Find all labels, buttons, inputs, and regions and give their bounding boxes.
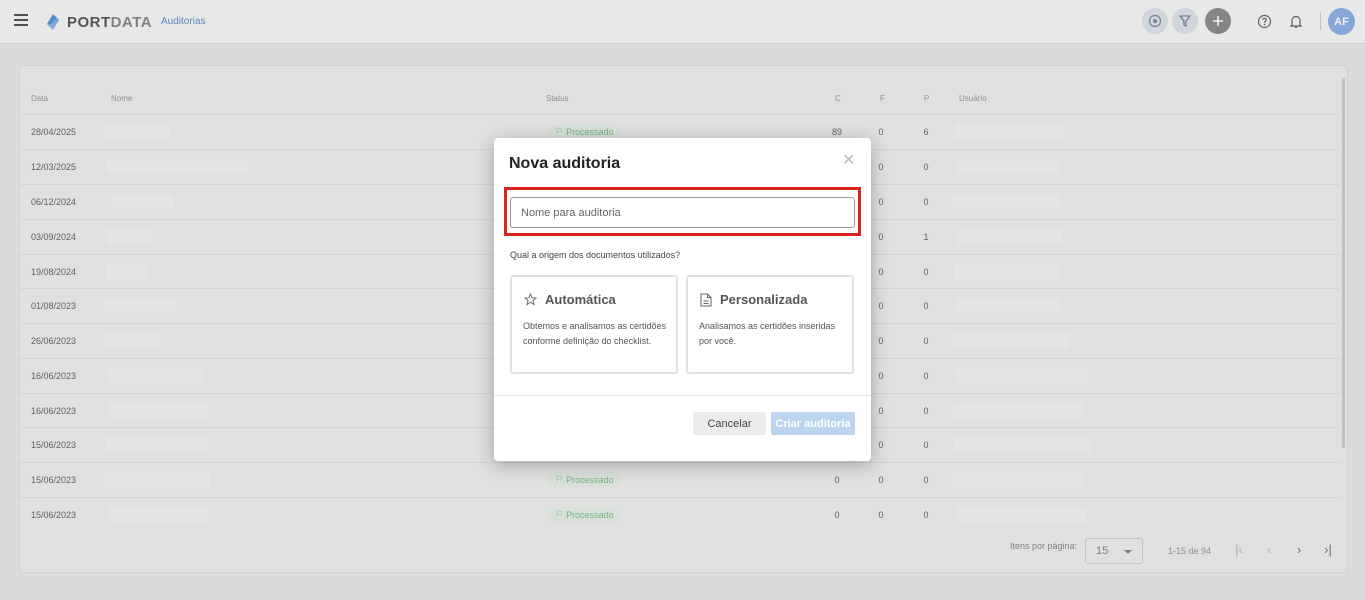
option-automatic-header: Automática [524,292,616,307]
option-custom-title: Personalizada [720,292,808,307]
origin-question: Qual a origem dos documentos utilizados? [510,250,681,260]
option-custom[interactable]: Personalizada Analisamos as certidões in… [686,275,854,374]
new-audit-dialog: Nova auditoria ✕ Qual a origem dos docum… [494,138,871,461]
option-automatic[interactable]: Automática Obtemos e analisamos as certi… [510,275,678,374]
dialog-title: Nova auditoria [509,155,621,172]
document-icon [700,293,712,306]
cancel-button[interactable]: Cancelar [693,412,766,435]
dialog-divider [494,395,871,396]
star-icon [524,293,537,306]
option-custom-description: Analisamos as certidões inseridas por vo… [699,321,836,346]
audit-name-input[interactable] [510,197,855,228]
option-custom-header: Personalizada [700,292,807,307]
close-icon[interactable]: ✕ [842,153,855,169]
option-automatic-title: Automática [545,292,616,307]
create-audit-button[interactable]: Criar auditoria [771,412,855,435]
option-automatic-description: Obtemos e analisamos as certidões confor… [523,321,667,346]
